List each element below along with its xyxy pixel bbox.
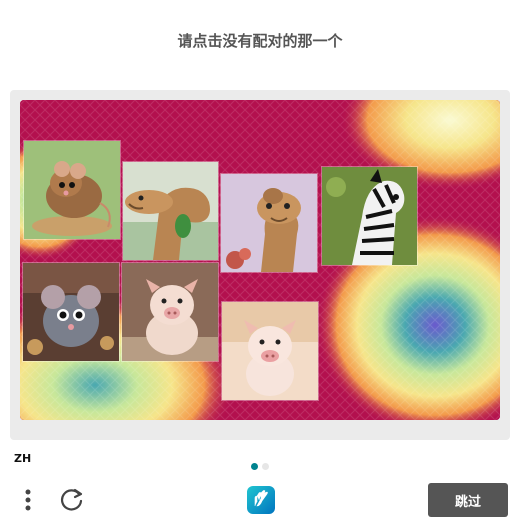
tile-mouse-2[interactable] — [22, 262, 120, 362]
tile-zebra[interactable] — [321, 166, 418, 266]
page-dot-1 — [251, 463, 258, 470]
tile-camel-1[interactable] — [122, 161, 219, 261]
page-dot-2 — [262, 463, 269, 470]
hcaptcha-logo-icon — [245, 484, 277, 516]
pig-image — [222, 302, 318, 400]
tile-mouse-1[interactable] — [23, 140, 121, 240]
refresh-icon[interactable] — [58, 486, 86, 514]
page-indicator — [251, 455, 273, 474]
zebra-image — [322, 167, 417, 265]
tile-pig-1[interactable] — [121, 262, 219, 362]
camel-image — [221, 174, 317, 272]
tile-camel-2[interactable] — [220, 173, 318, 273]
pig-image — [122, 263, 218, 361]
tile-pig-2[interactable] — [221, 301, 319, 401]
skip-button[interactable]: 跳过 — [428, 483, 508, 517]
mouse-image — [23, 263, 119, 361]
challenge-frame — [10, 90, 510, 440]
challenge-prompt: 请点击没有配对的那一个 — [177, 32, 343, 50]
mouse-image — [24, 141, 120, 239]
vertical-dots-icon[interactable] — [18, 486, 38, 514]
camel-image — [123, 162, 218, 260]
language-selector[interactable]: ZH — [14, 452, 31, 465]
challenge-canvas — [20, 100, 500, 420]
